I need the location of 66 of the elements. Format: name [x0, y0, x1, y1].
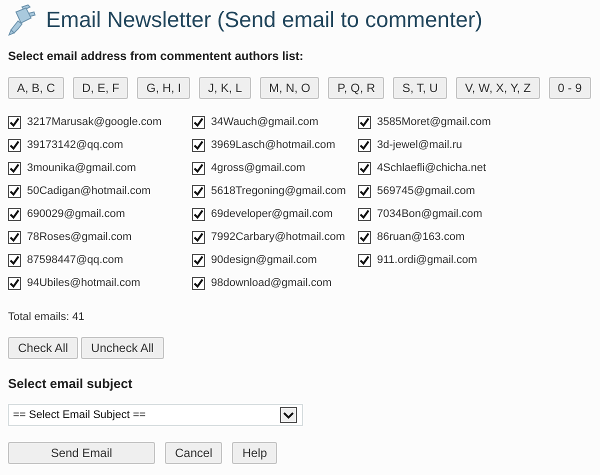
- checkbox[interactable]: [8, 208, 21, 220]
- letter-filter-button[interactable]: D, E, F: [73, 77, 128, 99]
- checkbox[interactable]: [192, 230, 205, 244]
- letter-filter-button[interactable]: G, H, I: [137, 77, 190, 99]
- email-address: 39173142@qq.com: [27, 138, 124, 153]
- email-address: 69developer@gmail.com: [211, 206, 333, 222]
- page-title: Email Newsletter (Send email to commenter): [46, 6, 482, 34]
- email-address: 4Schlaefli@chicha.net: [377, 160, 486, 176]
- email-address: 569745@gmail.com: [377, 184, 475, 199]
- checkbox[interactable]: [192, 116, 205, 128]
- email-address: 5618Tregoning@gmail.com: [211, 184, 346, 199]
- letter-filter-button[interactable]: J, K, L: [199, 77, 252, 99]
- letter-filter-button[interactable]: 0 - 9: [548, 77, 591, 99]
- uncheck-all-button[interactable]: Uncheck All: [81, 336, 164, 358]
- email-address: 87598447@qq.com: [27, 252, 124, 268]
- email-address: 50Cadigan@hotmail.com: [27, 184, 151, 199]
- checkbox[interactable]: [8, 138, 21, 152]
- checkbox[interactable]: [8, 276, 21, 290]
- email-address: 3217Marusak@google.com: [27, 114, 162, 130]
- checkbox[interactable]: [358, 162, 371, 174]
- email-address: 690029@gmail.com: [27, 206, 125, 222]
- checkbox[interactable]: [358, 208, 371, 220]
- email-address: 7992Carbary@hotmail.com: [211, 230, 346, 245]
- total-emails: Total emails: 41: [8, 310, 86, 325]
- checkbox[interactable]: [358, 230, 371, 244]
- section-heading: Select email subject: [8, 374, 134, 393]
- help-button[interactable]: Help: [232, 442, 278, 464]
- email-address: 7034Bon@gmail.com: [377, 206, 482, 222]
- email-address: 94Ubiles@hotmail.com: [27, 276, 140, 291]
- section-heading: Select email address from commentent authors list:: [8, 48, 304, 65]
- checkbox[interactable]: [8, 230, 21, 244]
- checkbox[interactable]: [192, 208, 205, 220]
- letter-filter-button[interactable]: M, N, O: [260, 77, 320, 99]
- email-address: 34Wauch@gmail.com: [211, 114, 318, 130]
- email-address: 3d-jewel@mail.ru: [377, 138, 462, 153]
- checkbox[interactable]: [192, 162, 205, 174]
- subject-select[interactable]: == Select Email Subject ==: [8, 404, 303, 426]
- letter-filter-button[interactable]: V, W, X, Y, Z: [456, 77, 540, 99]
- checkbox[interactable]: [192, 254, 205, 266]
- email-address: 86ruan@163.com: [377, 230, 465, 245]
- letter-filter-button[interactable]: P, Q, R: [328, 77, 384, 99]
- email-address: 3mounika@gmail.com: [27, 160, 136, 176]
- email-address: 90design@gmail.com: [211, 252, 317, 268]
- send-email-button[interactable]: Send Email: [8, 442, 155, 464]
- letter-filter-button[interactable]: A, B, C: [8, 77, 64, 99]
- checkbox[interactable]: [358, 184, 371, 198]
- checkbox[interactable]: [8, 184, 21, 198]
- email-address: 3585Moret@gmail.com: [377, 114, 491, 130]
- checkbox[interactable]: [192, 184, 205, 198]
- checkbox[interactable]: [358, 138, 371, 152]
- email-address: 98download@gmail.com: [211, 276, 332, 291]
- letter-filter-button[interactable]: S, T, U: [393, 77, 447, 99]
- checkbox[interactable]: [358, 254, 371, 266]
- plug-icon: [8, 4, 38, 36]
- checkbox[interactable]: [8, 254, 21, 266]
- check-all-button[interactable]: Check All: [8, 336, 78, 358]
- checkbox[interactable]: [8, 162, 21, 174]
- email-address: 4gross@gmail.com: [211, 160, 306, 176]
- checkbox[interactable]: [358, 116, 371, 128]
- email-address: 78Roses@gmail.com: [27, 230, 132, 245]
- checkbox[interactable]: [8, 116, 21, 128]
- cancel-button[interactable]: Cancel: [165, 442, 222, 464]
- email-address: 3969Lasch@hotmail.com: [211, 138, 336, 153]
- checkbox[interactable]: [192, 138, 205, 152]
- email-address: 911.ordi@gmail.com: [377, 252, 478, 268]
- checkbox[interactable]: [192, 276, 205, 290]
